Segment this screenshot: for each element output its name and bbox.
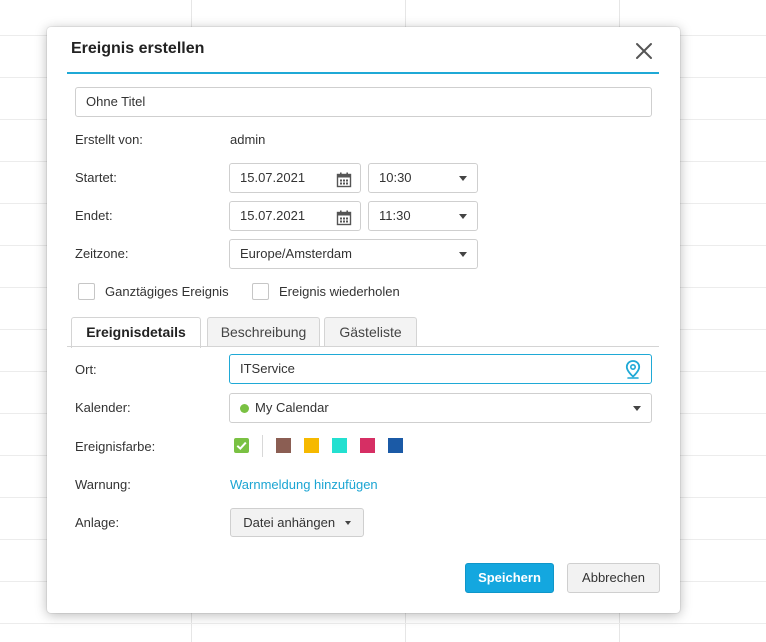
cancel-button[interactable]: Abbrechen bbox=[567, 563, 660, 593]
color-divider bbox=[262, 435, 263, 457]
tab-guest-list[interactable]: Gästeliste bbox=[324, 317, 417, 347]
location-input[interactable]: ITService bbox=[229, 354, 652, 384]
save-button[interactable]: Speichern bbox=[465, 563, 554, 593]
all-day-label: Ganztägiges Ereignis bbox=[105, 284, 229, 299]
end-time-value: 11:30 bbox=[379, 208, 411, 223]
start-time-value: 10:30 bbox=[379, 170, 412, 185]
color-swatch-cyan[interactable] bbox=[332, 438, 347, 453]
attach-file-button[interactable]: Datei anhängen bbox=[230, 508, 364, 537]
event-title-input[interactable]: Ohne Titel bbox=[75, 87, 652, 117]
calendar-icon[interactable] bbox=[336, 170, 352, 198]
repeat-label: Ereignis wiederholen bbox=[279, 284, 400, 299]
start-date-field[interactable]: 15.07.2021 bbox=[229, 163, 361, 193]
chevron-down-icon bbox=[459, 214, 467, 219]
color-swatch-yellow[interactable] bbox=[304, 438, 319, 453]
event-color-label: Ereignisfarbe: bbox=[75, 439, 156, 454]
end-date-value: 15.07.2021 bbox=[240, 208, 306, 223]
calendar-icon[interactable] bbox=[336, 208, 352, 236]
chevron-down-icon bbox=[633, 406, 641, 411]
tab-divider bbox=[67, 346, 659, 347]
dialog-title: Ereignis erstellen bbox=[71, 40, 205, 57]
end-label: Endet: bbox=[75, 208, 113, 223]
tab-description[interactable]: Beschreibung bbox=[207, 317, 320, 347]
created-by-value: admin bbox=[230, 132, 266, 147]
start-date-value: 15.07.2021 bbox=[240, 170, 306, 185]
attach-file-label: Datei anhängen bbox=[243, 515, 336, 530]
add-warning-link[interactable]: Warnmeldung hinzufügen bbox=[230, 477, 378, 492]
start-label: Startet: bbox=[75, 170, 117, 185]
color-swatch-brown[interactable] bbox=[276, 438, 291, 453]
attachment-label: Anlage: bbox=[75, 515, 120, 530]
location-label: Ort: bbox=[75, 362, 97, 377]
chevron-down-icon bbox=[344, 521, 351, 525]
start-time-select[interactable]: 10:30 bbox=[368, 163, 478, 193]
chevron-down-icon bbox=[459, 176, 467, 181]
end-date-field[interactable]: 15.07.2021 bbox=[229, 201, 361, 231]
calendar-select[interactable]: My Calendar bbox=[229, 393, 652, 423]
color-swatch-blue[interactable] bbox=[388, 438, 403, 453]
timezone-select[interactable]: Europe/Amsterdam bbox=[229, 239, 478, 269]
timezone-value: Europe/Amsterdam bbox=[240, 246, 352, 261]
create-event-dialog: Ereignis erstellen Ohne Titel Erstellt v… bbox=[47, 27, 680, 613]
map-pin-icon[interactable] bbox=[625, 360, 641, 389]
calendar-value: My Calendar bbox=[255, 400, 329, 415]
end-time-select[interactable]: 11:30 bbox=[368, 201, 478, 231]
title-divider bbox=[67, 72, 659, 74]
repeat-checkbox[interactable] bbox=[252, 283, 269, 300]
check-icon bbox=[236, 441, 247, 451]
color-swatch-selected[interactable] bbox=[234, 438, 249, 453]
created-by-label: Erstellt von: bbox=[75, 132, 143, 147]
close-icon[interactable] bbox=[633, 40, 655, 62]
location-value: ITService bbox=[240, 361, 295, 376]
color-swatch-pink[interactable] bbox=[360, 438, 375, 453]
calendar-label: Kalender: bbox=[75, 400, 131, 415]
tab-event-details[interactable]: Ereignisdetails bbox=[71, 317, 201, 348]
chevron-down-icon bbox=[459, 252, 467, 257]
all-day-checkbox[interactable] bbox=[78, 283, 95, 300]
calendar-color-dot bbox=[240, 404, 249, 413]
timezone-label: Zeitzone: bbox=[75, 246, 129, 261]
warning-label: Warnung: bbox=[75, 477, 131, 492]
